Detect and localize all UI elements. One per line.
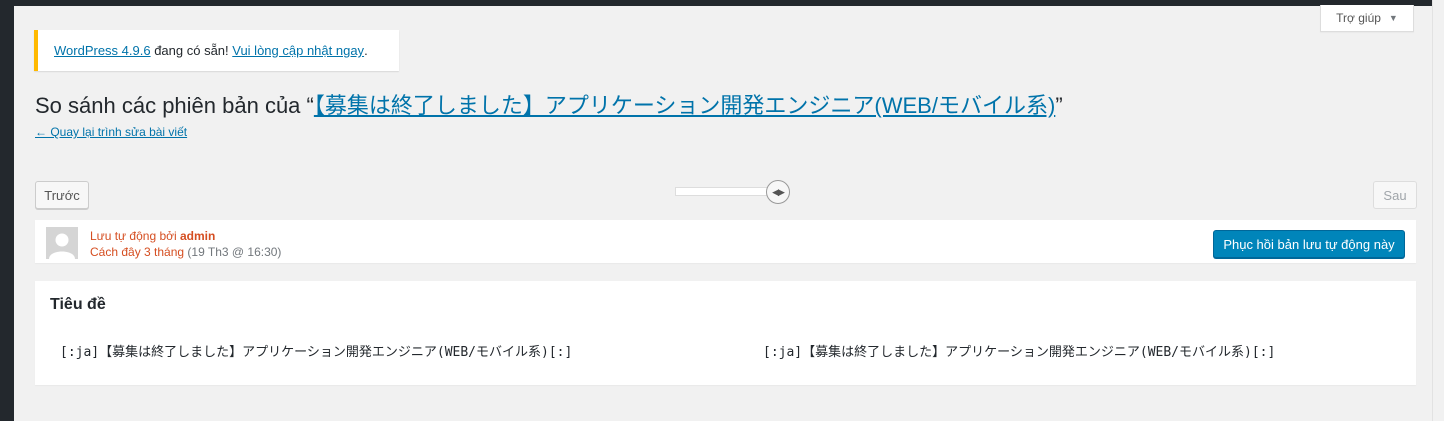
back-to-editor-link[interactable]: ← Quay lại trình sửa bài viết	[35, 125, 187, 139]
diff-left-content: [:ja]【募集は終了しました】アプリケーション開発エンジニア(WEB/モバイル…	[60, 345, 573, 360]
version-link[interactable]: WordPress 4.9.6	[54, 43, 151, 58]
update-now-link[interactable]: Vui lòng cập nhật ngay	[232, 43, 364, 58]
diff-right-content: [:ja]【募集は終了しました】アプリケーション開発エンジニア(WEB/モバイル…	[763, 345, 1276, 360]
page-title: So sánh các phiên bản của “【募集は終了しました】アプ…	[35, 92, 1425, 120]
diff-field-title: Tiêu đề	[50, 296, 106, 313]
title-prefix: So sánh các phiên bản của “	[35, 93, 314, 118]
caret-down-icon: ▼	[1388, 13, 1398, 23]
revision-date: (19 Th3 @ 16:30)	[184, 245, 282, 259]
revision-author: admin	[180, 229, 216, 243]
notice-text: đang có sẵn!	[150, 43, 233, 58]
update-notice: WordPress 4.9.6 đang có sẵn! Vui lòng cậ…	[34, 30, 399, 71]
title-suffix: ”	[1055, 93, 1063, 118]
restore-autosave-button[interactable]: Phục hồi bản lưu tự động này	[1213, 230, 1405, 258]
autosave-label: Lưu tự động bởi	[90, 229, 180, 243]
revision-slider-track[interactable]	[675, 187, 779, 196]
revision-meta-bar: Lưu tự động bởi admin Cách đây 3 tháng (…	[35, 220, 1416, 263]
next-button[interactable]: Sau	[1373, 181, 1417, 209]
revision-relative-time: Cách đây 3 tháng	[90, 245, 185, 259]
scrollbar[interactable]	[1432, 0, 1444, 421]
admin-menu-edge	[0, 0, 14, 421]
help-tab-label: Trợ giúp	[1336, 11, 1381, 25]
main-content: Trợ giúp ▼ WordPress 4.9.6 đang có sẵn! …	[14, 5, 1432, 421]
diff-table: Tiêu đề [:ja]【募集は終了しました】アプリケーション開発エンジニア(…	[35, 281, 1416, 385]
post-title-link[interactable]: 【募集は終了しました】アプリケーション開発エンジニア(WEB/モバイル系)	[314, 93, 1055, 118]
slider-handle-arrows-icon[interactable]: ◀▶	[766, 180, 790, 204]
revision-meta: Lưu tự động bởi admin Cách đây 3 tháng (…	[90, 228, 281, 260]
avatar	[46, 227, 78, 259]
previous-button[interactable]: Trước	[35, 181, 89, 209]
notice-period: .	[364, 43, 368, 58]
help-tab-button[interactable]: Trợ giúp ▼	[1320, 5, 1414, 32]
